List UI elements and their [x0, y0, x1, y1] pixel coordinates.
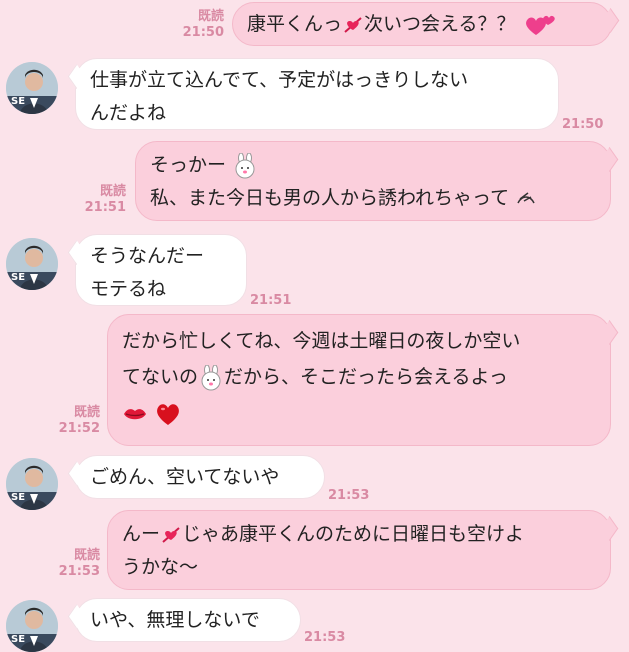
bunny-face-icon [201, 364, 221, 390]
message-text: てないの [122, 366, 199, 388]
message-text: だから、そこだったら会えるよっ [224, 366, 508, 388]
timestamp: 21:53 [328, 488, 370, 503]
message-text: じゃあ康平くんのために日曜日も空けよ [182, 523, 525, 545]
message-bubble-received[interactable]: いや、無理しないで [75, 598, 301, 642]
timestamp: 21:50 [182, 25, 224, 40]
message-text: いや、無理しないで [90, 609, 260, 631]
avatar[interactable]: SE [6, 458, 58, 510]
timestamp: 21:53 [304, 630, 346, 645]
read-status: 既読 21:53 [58, 548, 100, 580]
message-text: だから忙しくてね、今週は土曜日の夜しか空い [122, 330, 521, 352]
timestamp: 21:51 [250, 293, 292, 308]
read-status: 既読 21:52 [58, 405, 100, 437]
read-label: 既読 [73, 405, 100, 420]
avatar-text: SE [11, 96, 26, 107]
message-text: うかな〜 [122, 556, 199, 578]
message-text: 私、また今日も男の人から誘われちゃって [150, 187, 510, 209]
timestamp: 21:53 [58, 564, 100, 579]
avatar[interactable]: SE [6, 62, 58, 114]
lips-icon [124, 408, 146, 419]
read-status: 既読 21:51 [84, 184, 126, 216]
message-text: 康平くんっ [247, 13, 343, 35]
heart-arrow-icon [344, 16, 362, 33]
message-text: ごめん、空いてないや [90, 466, 280, 488]
avatar-text: SE [11, 272, 26, 283]
avatar[interactable]: SE [6, 600, 58, 652]
message-bubble-sent[interactable]: そっかー 私、また今日も男の人から誘われちゃって [135, 141, 611, 221]
message-bubble-received[interactable]: 仕事が立て込んでて、予定がはっきりしない んだよね [75, 58, 559, 130]
heart-arrow-icon [162, 526, 180, 543]
read-label: 既読 [73, 548, 100, 563]
message-text: んー [122, 523, 161, 545]
avatar-text: SE [11, 492, 26, 503]
pink-hearts-icon [525, 15, 555, 35]
read-status: 既読 21:50 [182, 9, 224, 41]
timestamp: 21:51 [84, 200, 126, 215]
message-bubble-sent[interactable]: 康平くんっ 次いつ会える？？ [232, 2, 612, 46]
message-bubble-sent[interactable]: んー じゃあ康平くんのために日曜日も空けよ うかな〜 [107, 510, 611, 590]
crying-doodle-icon [517, 191, 535, 203]
message-bubble-received[interactable]: そうなんだー モテるね [75, 234, 247, 306]
timestamp: 21:50 [562, 117, 604, 132]
message-text: そうなんだー [90, 245, 205, 267]
message-text: んだよね [90, 102, 167, 124]
message-bubble-sent[interactable]: だから忙しくてね、今週は土曜日の夜しか空い てないの だから、そこだったら会えるよ… [107, 314, 611, 446]
message-bubble-received[interactable]: ごめん、空いてないや [75, 455, 325, 499]
bunny-face-icon [235, 152, 255, 178]
avatar[interactable]: SE [6, 238, 58, 290]
message-text: そっかー [150, 154, 227, 176]
red-heart-icon [157, 403, 179, 425]
read-label: 既読 [197, 9, 224, 24]
message-text: 次いつ会える？？ [364, 13, 516, 35]
message-text: 仕事が立て込んでて、予定がはっきりしない [90, 69, 469, 91]
message-text: モテるね [90, 278, 167, 300]
timestamp: 21:52 [58, 421, 100, 436]
read-label: 既読 [99, 184, 126, 199]
